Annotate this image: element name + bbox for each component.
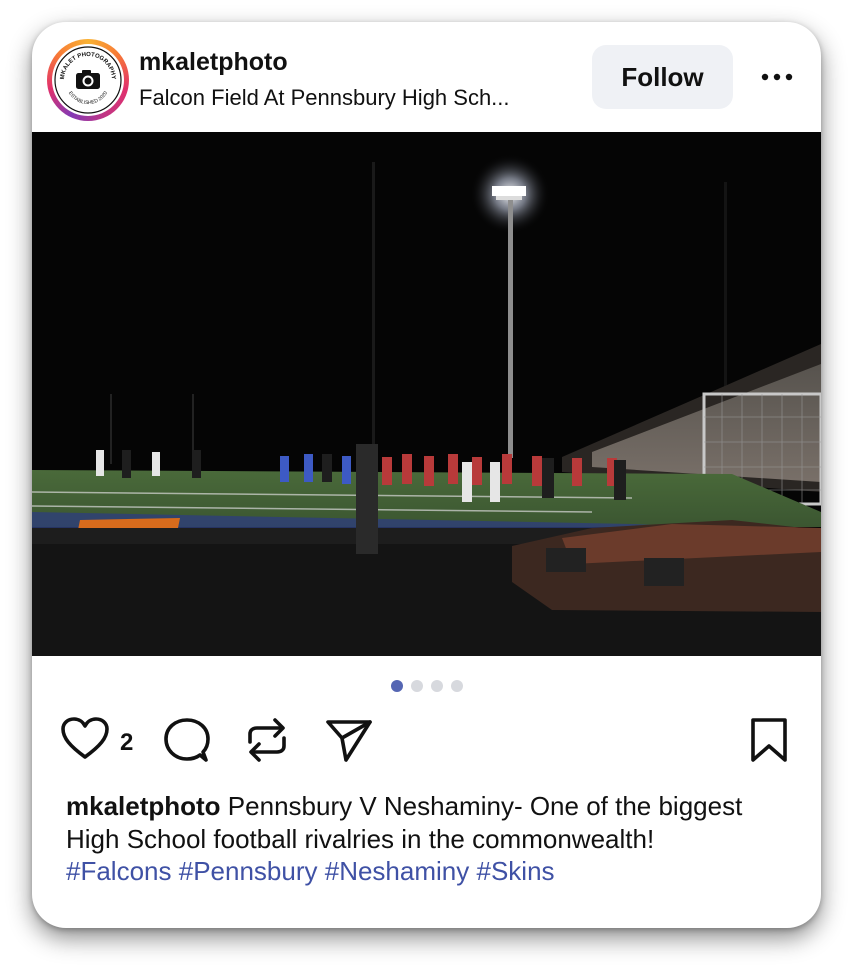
carousel-dot-3[interactable] bbox=[431, 680, 443, 692]
follow-button[interactable]: Follow bbox=[592, 45, 733, 109]
bookmark-icon bbox=[751, 718, 787, 762]
avatar[interactable]: MKALET PHOTOGRAPHY ESTABLISHED 2020 bbox=[52, 44, 124, 116]
share-button[interactable] bbox=[324, 716, 374, 769]
hashtag-neshaminy[interactable]: #Neshaminy bbox=[325, 856, 470, 886]
post-card: MKALET PHOTOGRAPHY ESTABLISHED 2020 mkal… bbox=[32, 22, 821, 928]
like-button[interactable] bbox=[60, 716, 110, 767]
carousel-dot-4[interactable] bbox=[451, 680, 463, 692]
carousel-dot-1[interactable] bbox=[391, 680, 403, 692]
comment-icon bbox=[164, 718, 210, 762]
more-horizontal-icon bbox=[761, 73, 793, 81]
post-caption: mkaletphoto Pennsbury V Neshaminy- One o… bbox=[66, 790, 766, 888]
camera-logo-icon: MKALET PHOTOGRAPHY ESTABLISHED 2020 bbox=[54, 46, 122, 114]
post-photo[interactable] bbox=[32, 132, 821, 656]
repost-icon bbox=[248, 718, 286, 762]
more-options-button[interactable] bbox=[754, 62, 800, 92]
repost-button[interactable] bbox=[244, 716, 290, 769]
hashtag-falcons[interactable]: #Falcons bbox=[66, 856, 172, 886]
comment-button[interactable] bbox=[162, 716, 212, 769]
post-username[interactable]: mkaletphoto bbox=[139, 48, 288, 77]
send-icon bbox=[326, 720, 372, 762]
hashtag-pennsbury[interactable]: #Pennsbury bbox=[179, 856, 318, 886]
carousel-indicator bbox=[32, 680, 821, 694]
carousel-dot-2[interactable] bbox=[411, 680, 423, 692]
heart-icon bbox=[61, 717, 109, 759]
post-header: MKALET PHOTOGRAPHY ESTABLISHED 2020 mkal… bbox=[32, 22, 821, 132]
avatar-story-ring[interactable]: MKALET PHOTOGRAPHY ESTABLISHED 2020 bbox=[47, 39, 129, 121]
save-button[interactable] bbox=[748, 716, 790, 769]
caption-username[interactable]: mkaletphoto bbox=[66, 791, 221, 821]
like-count[interactable]: 2 bbox=[120, 729, 133, 757]
football-stadium-night-photo bbox=[32, 132, 821, 656]
hashtag-skins[interactable]: #Skins bbox=[476, 856, 554, 886]
post-location[interactable]: Falcon Field At Pennsbury High Sch... bbox=[139, 85, 569, 111]
